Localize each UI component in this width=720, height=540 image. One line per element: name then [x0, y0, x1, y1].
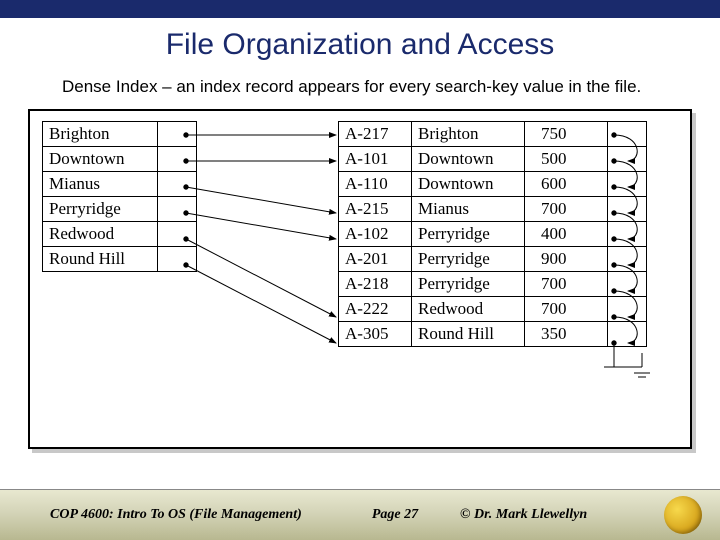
data-cell: A-217: [339, 121, 412, 146]
index-row: Perryridge: [43, 196, 197, 221]
data-row: A-222Redwood700: [339, 296, 647, 321]
index-key-cell: Perryridge: [43, 196, 158, 221]
footer-course: COP 4600: Intro To OS (File Management): [50, 507, 330, 523]
index-pointer-cell: [158, 196, 197, 221]
data-row: A-102Perryridge400: [339, 221, 647, 246]
data-pointer-cell: [608, 221, 647, 246]
index-pointer-cell: [158, 221, 197, 246]
index-row: Brighton: [43, 121, 197, 146]
data-cell: A-101: [339, 146, 412, 171]
data-cell: A-215: [339, 196, 412, 221]
data-cell: Brighton: [412, 121, 525, 146]
data-cell: A-201: [339, 246, 412, 271]
data-pointer-cell: [608, 121, 647, 146]
index-pointer-cell: [158, 171, 197, 196]
data-cell: 400: [525, 221, 608, 246]
data-pointer-cell: [608, 196, 647, 221]
data-row: A-215Mianus700: [339, 196, 647, 221]
data-row: A-110Downtown600: [339, 171, 647, 196]
data-cell: Round Hill: [412, 321, 525, 346]
data-cell: 350: [525, 321, 608, 346]
data-cell: A-305: [339, 321, 412, 346]
data-row: A-218Perryridge700: [339, 271, 647, 296]
data-cell: 700: [525, 296, 608, 321]
data-cell: 700: [525, 196, 608, 221]
index-pointer-cell: [158, 146, 197, 171]
data-cell: Perryridge: [412, 221, 525, 246]
index-pointer-cell: [158, 246, 197, 271]
data-row: A-305Round Hill350: [339, 321, 647, 346]
data-cell: A-218: [339, 271, 412, 296]
data-cell: 600: [525, 171, 608, 196]
data-pointer-cell: [608, 146, 647, 171]
footer-author: © Dr. Mark Llewellyn: [460, 507, 640, 523]
index-key-cell: Round Hill: [43, 246, 158, 271]
data-pointer-cell: [608, 171, 647, 196]
data-cell: A-222: [339, 296, 412, 321]
data-file-table: A-217Brighton750A-101Downtown500A-110Dow…: [338, 121, 647, 347]
data-row: A-217Brighton750: [339, 121, 647, 146]
slide-description: Dense Index – an index record appears fo…: [62, 76, 658, 99]
index-row: Round Hill: [43, 246, 197, 271]
data-pointer-cell: [608, 321, 647, 346]
data-cell: 500: [525, 146, 608, 171]
data-cell: 900: [525, 246, 608, 271]
data-cell: 700: [525, 271, 608, 296]
data-pointer-cell: [608, 271, 647, 296]
slide-footer: COP 4600: Intro To OS (File Management) …: [0, 489, 720, 540]
data-cell: Mianus: [412, 196, 525, 221]
index-key-cell: Redwood: [43, 221, 158, 246]
data-row: A-101Downtown500: [339, 146, 647, 171]
slide-title: File Organization and Access: [0, 28, 720, 62]
data-cell: A-110: [339, 171, 412, 196]
data-cell: 750: [525, 121, 608, 146]
index-table: BrightonDowntownMianusPerryridgeRedwoodR…: [42, 121, 197, 272]
data-cell: Downtown: [412, 146, 525, 171]
data-row: A-201Perryridge900: [339, 246, 647, 271]
diagram-frame: BrightonDowntownMianusPerryridgeRedwoodR…: [28, 109, 692, 449]
data-cell: Redwood: [412, 296, 525, 321]
index-pointer-cell: [158, 121, 197, 146]
index-key-cell: Downtown: [43, 146, 158, 171]
data-pointer-cell: [608, 246, 647, 271]
ucf-logo-icon: [664, 496, 702, 534]
data-cell: Perryridge: [412, 246, 525, 271]
top-accent-bar: [0, 0, 720, 18]
index-row: Downtown: [43, 146, 197, 171]
index-key-cell: Mianus: [43, 171, 158, 196]
index-row: Redwood: [43, 221, 197, 246]
footer-page: Page 27: [330, 507, 460, 523]
index-row: Mianus: [43, 171, 197, 196]
data-cell: A-102: [339, 221, 412, 246]
diagram: BrightonDowntownMianusPerryridgeRedwoodR…: [38, 121, 682, 417]
data-cell: Downtown: [412, 171, 525, 196]
data-pointer-cell: [608, 296, 647, 321]
data-cell: Perryridge: [412, 271, 525, 296]
index-key-cell: Brighton: [43, 121, 158, 146]
